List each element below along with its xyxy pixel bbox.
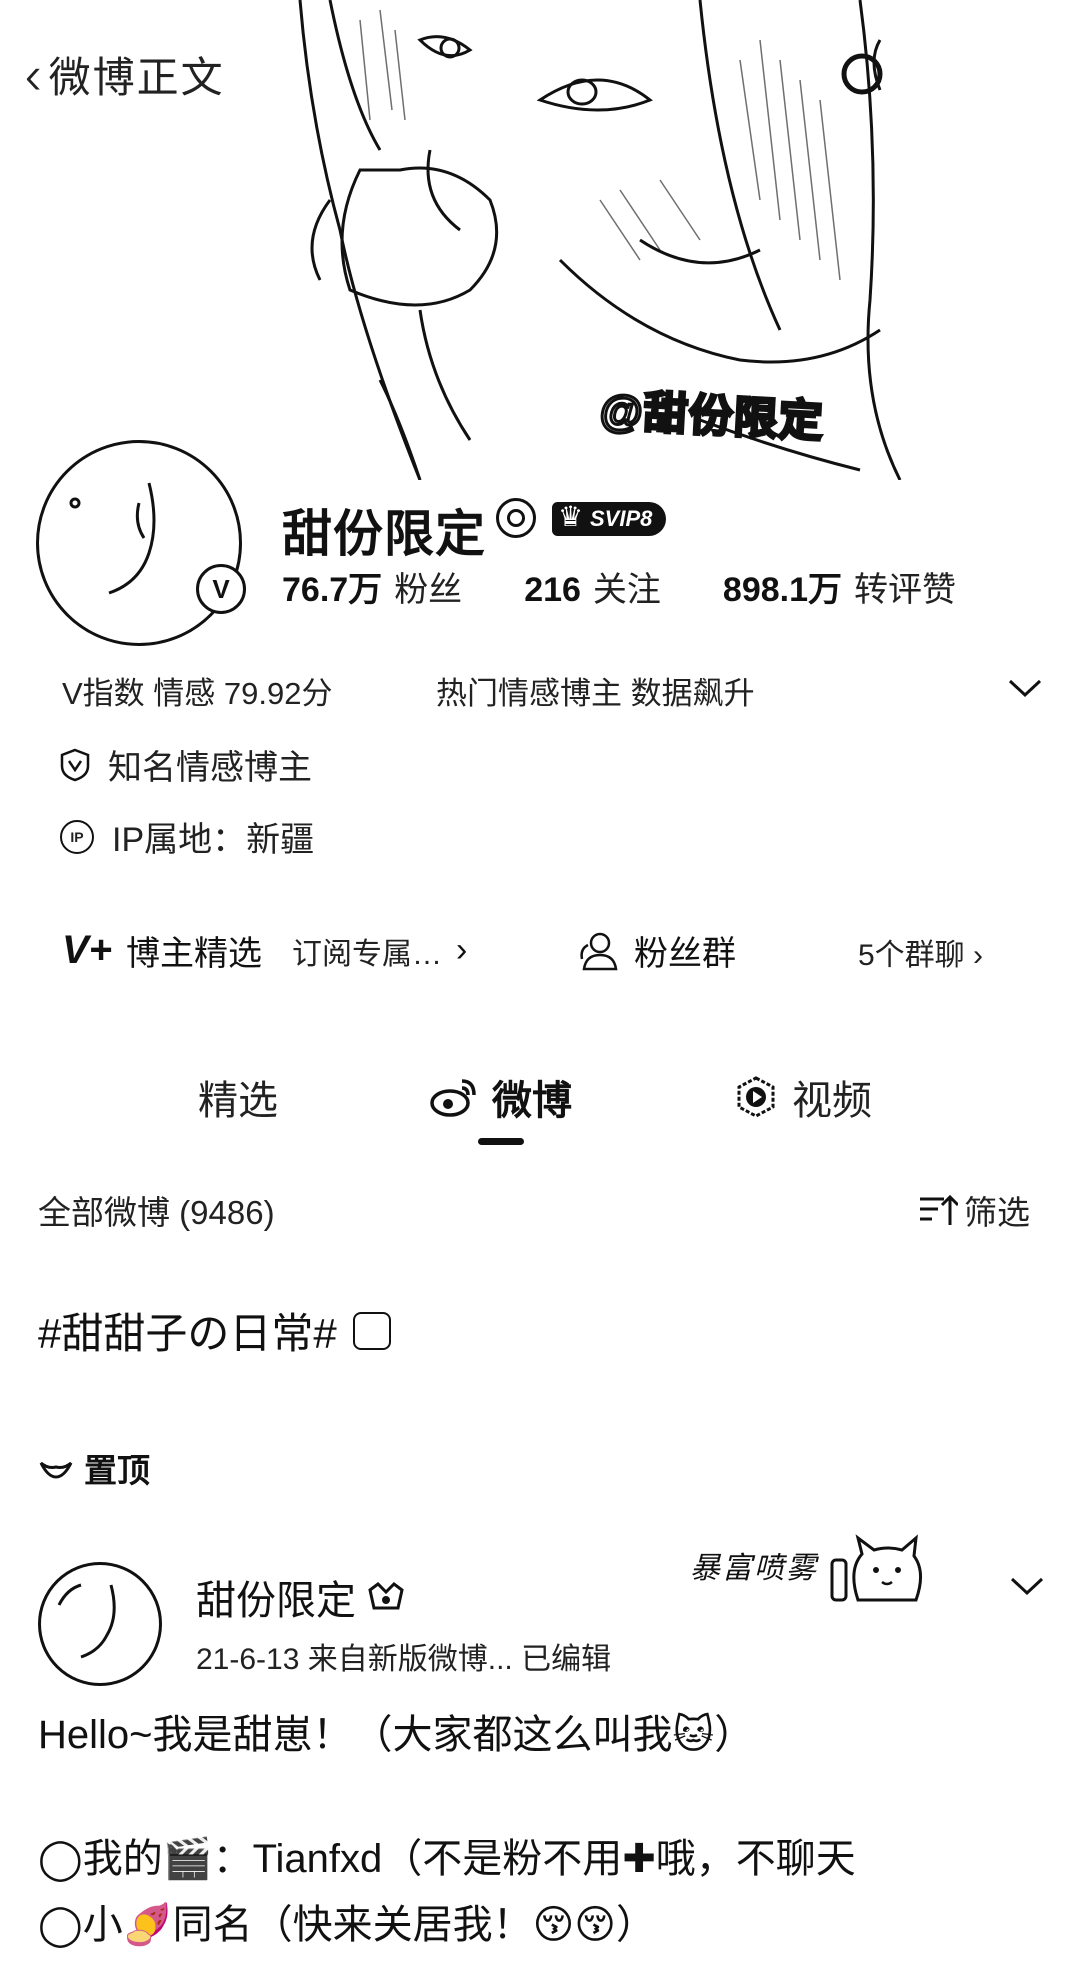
hot-tag[interactable]: 热门情感博主 数据飙升 [436,668,755,713]
group-chats-link[interactable]: 5个群聊 › [858,930,983,974]
verification-text: 知名情感博主 [108,749,312,787]
fans-group-entry[interactable]: 粉丝群 [578,926,736,975]
fans-group-label: 粉丝群 [634,935,736,973]
verification-row: 知名情感博主 [60,740,312,789]
ip-location-row: IP IP属地：新疆 [60,812,314,861]
featured-sub: 订阅专属… [292,937,443,971]
featured-entry[interactable]: V+ 博主精选 订阅专属… › [62,926,467,975]
profile-stats: 76.7万 粉丝 216 关注 898.1万 转评赞 [282,562,1018,611]
topic-emoji-icon [352,1311,391,1350]
card-decoration: 暴富喷雾 [690,1530,938,1610]
tab-label: 微博 [492,1079,572,1123]
post-meta: 21-6-13 来自新版微博... 已编辑 [196,1643,612,1676]
stat-value: 76.7万 [282,571,383,609]
filter-label: 筛选 [964,1194,1030,1231]
v-plus-icon: V+ [62,928,113,972]
back-label: 微博正文 [48,54,225,101]
chevron-right-icon: › [456,931,468,969]
post-author-avatar[interactable] [38,1562,162,1686]
post-text-line: ◯小🍠同名（快来关居我！😚😚） [38,1903,656,1947]
stat-value: 216 [524,571,581,609]
pinned-label: 置顶 [38,1444,150,1492]
tab-label: 精选 [198,1079,278,1123]
people-icon [580,932,618,970]
profile-avatar[interactable] [36,440,242,646]
profile-name: 甜份限定 [282,506,486,562]
stat-value: 898.1万 [722,571,843,609]
ip-location-text: IP属地：新疆 [112,821,315,859]
video-icon [737,1076,775,1118]
orbit-badge-icon[interactable] [496,498,536,538]
svip-badge[interactable]: SVIP8 [552,500,667,536]
stat-label: 粉丝 [394,571,463,609]
active-tab-indicator [478,1138,524,1145]
ip-icon: IP [60,819,94,854]
all-posts-count[interactable]: 全部微博 (9486) [38,1186,275,1234]
stat-followers[interactable]: 76.7万 粉丝 [282,562,462,611]
cover-watermark: @甜份限定 [597,385,826,449]
group-chats-text: 5个群聊 [858,939,965,972]
shield-icon [60,748,90,781]
crown-badge-icon [368,1582,404,1610]
post-menu-chevron-icon[interactable] [1010,1566,1044,1605]
chevron-right-icon: › [973,939,984,972]
topic-text: #甜甜子の日常# [38,1310,337,1357]
chevron-left-icon: ‹ [24,42,44,106]
decoration-text: 暴富喷雾 [690,1551,818,1585]
stat-likes[interactable]: 898.1万 转评赞 [723,562,956,611]
verified-v-badge: V [196,564,246,614]
stat-following[interactable]: 216 关注 [524,562,661,611]
tab-label: 视频 [792,1079,872,1123]
stat-label: 关注 [592,571,661,609]
chevron-down-icon[interactable] [1008,668,1042,707]
post-text-line: ◯我的🎬：Tianfxd（不是粉不用✚哦，不聊天 [38,1837,856,1881]
tab-featured[interactable]: 精选 [198,1068,278,1126]
filter-button[interactable]: 筛选 [918,1186,1030,1234]
back-navigation[interactable]: ‹ 微博正文 [24,44,225,105]
topic-tag[interactable]: #甜甜子の日常# [38,1300,391,1361]
tab-video[interactable]: 视频 [734,1068,872,1126]
cat-icon [830,1534,923,1602]
sort-icon [920,1194,958,1225]
crown-icon [39,1461,73,1479]
v-index[interactable]: V指数 情感 79.92分 [62,668,332,713]
featured-label: 博主精选 [126,935,263,973]
post-text-line: Hello~我是甜崽！（大家都这么叫我🐱） [38,1713,755,1757]
tab-weibo[interactable]: 微博 [430,1068,572,1126]
stat-label: 转评赞 [854,571,957,609]
weibo-icon [430,1079,476,1117]
post-author-name: 甜份限定 [196,1579,356,1623]
post-author[interactable]: 甜份限定 [196,1568,406,1626]
pinned-text: 置顶 [84,1452,150,1489]
